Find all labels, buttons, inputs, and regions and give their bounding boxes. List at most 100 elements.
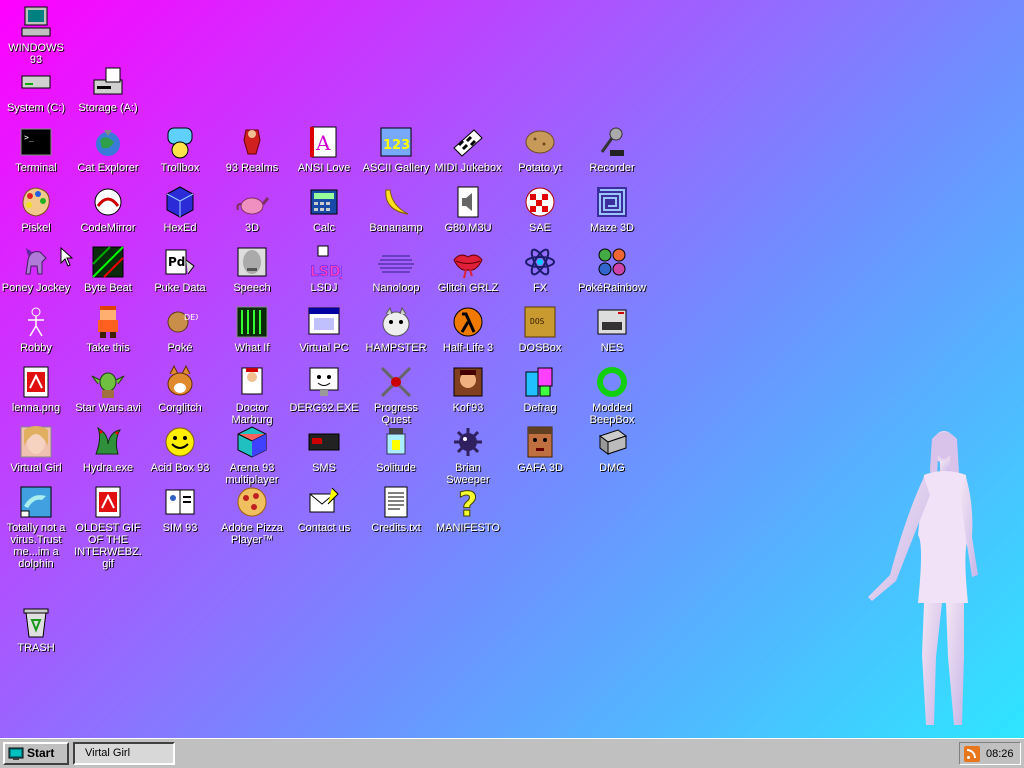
desktop-icon-label: Cat Explorer <box>77 162 139 174</box>
desktop-icon-lantern[interactable]: Solitude <box>360 424 432 474</box>
desktop-icon-palette[interactable]: Piskel <box>0 184 72 234</box>
desktop-icon-lips[interactable]: Glitch GRLZ <box>432 244 504 294</box>
stick-figure-icon <box>18 304 54 340</box>
desktop-icon-bytebeat[interactable]: Byte Beat <box>72 244 144 294</box>
desktop-icon-gameboy[interactable]: DMG <box>576 424 648 474</box>
desktop-icon-nes-console[interactable]: NES <box>576 304 648 354</box>
desktop-icon-label: GAFA 3D <box>517 462 563 474</box>
svg-text:A: A <box>315 131 331 155</box>
desktop-icon-gif-file[interactable]: OLDEST GIF OF THE INTERWEBZ.gif <box>72 484 144 570</box>
desktop-icon-doctor[interactable]: Doctor Marburg <box>216 364 288 426</box>
start-logo-icon <box>8 747 24 761</box>
desktop-icon-floppy-drive[interactable]: Storage (A:) <box>72 64 144 114</box>
chat-bubble-icon <box>162 124 198 160</box>
desktop-icon-label: ASCII Gallery <box>362 162 430 174</box>
desktop-icon-label: Trollbox <box>160 162 200 174</box>
dosbox-icon: DOS <box>522 304 558 340</box>
start-button[interactable]: Start <box>3 742 69 765</box>
desktop-icon-swords[interactable]: Progress Quest <box>360 364 432 426</box>
desktop-icon-puke-data[interactable]: Pd Puke Data <box>144 244 216 294</box>
rss-feed-icon[interactable] <box>964 745 980 762</box>
teapot-icon <box>234 184 270 220</box>
lantern-icon <box>378 424 414 460</box>
desktop-icon-ascii-123[interactable]: 123 ASCII Gallery <box>360 124 432 174</box>
desktop-icon-microphone[interactable]: Recorder <box>576 124 648 174</box>
desktop-icon-doomguy[interactable]: GAFA 3D <box>504 424 576 474</box>
desktop-icon-pizza[interactable]: Adobe Pizza Player™ <box>216 484 288 546</box>
defrag-icon <box>522 364 558 400</box>
desktop-icon-green-ring[interactable]: Modded BeepBox <box>576 364 648 426</box>
desktop-icon-hamster[interactable]: HAMPSTER <box>360 304 432 354</box>
desktop-icon-text-file[interactable]: Credits.txt <box>360 484 432 534</box>
microphone-icon <box>594 124 630 160</box>
desktop-icon-checker-ball[interactable]: SAE <box>504 184 576 234</box>
desktop-icon-hard-drive[interactable]: System (C:) <box>0 64 72 114</box>
desktop-icon-label: G80.M3U <box>444 222 492 234</box>
desktop-icon-atom[interactable]: FX <box>504 244 576 294</box>
desktop-icon-smiley[interactable]: Acid Box 93 <box>144 424 216 474</box>
codemirror-icon <box>90 184 126 220</box>
desktop-icon-potato[interactable]: Potato.yt <box>504 124 576 174</box>
mouse-cursor-icon <box>60 247 74 267</box>
desktop-icon-lambda[interactable]: Half-Life 3 <box>432 304 504 354</box>
desktop-icon-calculator[interactable]: Calc <box>288 184 360 234</box>
desktop-icon-label: DMG <box>599 462 625 474</box>
desktop-icon-fighter[interactable]: Kof'93 <box>432 364 504 414</box>
desktop-icon-cat-globe[interactable]: Cat Explorer <box>72 124 144 174</box>
desktop-icon-codemirror[interactable]: CodeMirror <box>72 184 144 234</box>
desktop-icon-pokedex[interactable]: DEX Poké <box>144 304 216 354</box>
desktop-icon-question-mark[interactable]: ? MANIFESTO <box>432 484 504 535</box>
desktop-icon-wave[interactable]: Nanoloop <box>360 244 432 294</box>
desktop-icon-corgi[interactable]: Corglitch <box>144 364 216 414</box>
pixel-character-icon <box>90 304 126 340</box>
desktop-icon-image-file[interactable]: lenna.png <box>0 364 72 414</box>
desktop-icon-piano[interactable]: MIDI Jukebox <box>432 124 504 174</box>
desktop-icon-hydra[interactable]: Hydra.exe <box>72 424 144 474</box>
desktop-icon-contact[interactable]: Contact us <box>288 484 360 534</box>
desktop-icon-lsdj[interactable]: LSDJ LSDJ <box>288 244 360 294</box>
potato-icon <box>522 124 558 160</box>
desktop-icon-girl-face[interactable]: Virtual Girl <box>0 424 72 474</box>
desktop-icon-pokerainbow[interactable]: PokéRainbow <box>576 244 648 294</box>
desktop-icon-label: ANSI Love <box>297 162 351 174</box>
desktop-icon-label: SIM 93 <box>162 522 198 534</box>
desktop-icon-speech-face[interactable]: Speech <box>216 244 288 294</box>
desktop-icon-sms-console[interactable]: SMS <box>288 424 360 474</box>
start-label: Start <box>27 746 55 760</box>
desktop-icon-label: Maze 3D <box>589 222 635 234</box>
nes-console-icon <box>594 304 630 340</box>
desktop-icon-recycle-bin[interactable]: TRASH <box>0 604 72 654</box>
desktop-icon-window[interactable]: Virtual PC <box>288 304 360 354</box>
desktop-icon-label: MIDI Jukebox <box>434 162 502 174</box>
desktop-icon-teapot[interactable]: 3D <box>216 184 288 234</box>
desktop-icon-pixel-character[interactable]: Take this <box>72 304 144 354</box>
desktop-icon-label: Progress Quest <box>373 402 419 426</box>
desktop-icon-matrix[interactable]: What If <box>216 304 288 354</box>
desktop-icon-ansi-letter[interactable]: A ANSI Love <box>288 124 360 174</box>
cube-icon <box>162 184 198 220</box>
desktop-icon-arena-cube[interactable]: Arena 93 multiplayer <box>216 424 288 486</box>
desktop-icon-monitor-face[interactable]: DERG32.EXE <box>288 364 360 414</box>
desktop-icon-computer[interactable]: WINDOWS 93 <box>0 4 72 66</box>
desktop-icon-dosbox[interactable]: DOS DOSBox <box>504 304 576 354</box>
desktop-icon-banana[interactable]: Bananamp <box>360 184 432 234</box>
desktop-icon-warrior[interactable]: 93 Realms <box>216 124 288 174</box>
desktop-icon-stick-figure[interactable]: Robby <box>0 304 72 354</box>
svg-text:Pd: Pd <box>168 255 185 269</box>
desktop-icon-cube[interactable]: HexEd <box>144 184 216 234</box>
desktop-icon-audio-file[interactable]: G80.M3U <box>432 184 504 234</box>
taskbar-window-virtual-girl[interactable]: Virtal Girl <box>73 742 175 765</box>
smiley-icon <box>162 424 198 460</box>
desktop-icon-sim-book[interactable]: SIM 93 <box>144 484 216 534</box>
desktop-icon-maze[interactable]: Maze 3D <box>576 184 648 234</box>
desktop-icon-yoda[interactable]: Star Wars.avi <box>72 364 144 414</box>
desktop-icon-terminal[interactable]: >_ Terminal <box>0 124 72 174</box>
virtual-girl-figure[interactable] <box>862 425 982 738</box>
desktop-icon-chat-bubble[interactable]: Trollbox <box>144 124 216 174</box>
desktop-icon-dolphin[interactable]: Totally not a virus.Trust me...im a dolp… <box>0 484 72 570</box>
contact-icon <box>306 484 342 520</box>
green-ring-icon <box>594 364 630 400</box>
desktop-icon-label: Poké <box>167 342 193 354</box>
desktop-icon-mine[interactable]: Brian Sweeper <box>432 424 504 486</box>
desktop-icon-defrag[interactable]: Defrag <box>504 364 576 414</box>
